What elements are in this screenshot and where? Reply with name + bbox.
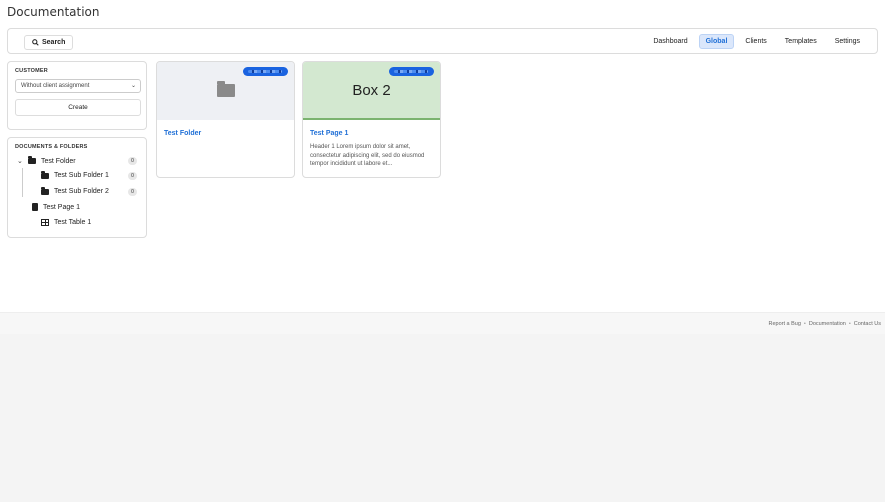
- folder-icon: [41, 170, 49, 179]
- table-icon: [41, 219, 49, 226]
- document-icon: [32, 203, 38, 211]
- footer-link-contact-us[interactable]: Contact Us: [854, 321, 881, 327]
- page-title: Documentation: [7, 5, 100, 19]
- customer-select-value: Without client assignment: [21, 83, 90, 89]
- tree-item-test-page-1[interactable]: Test Page 1: [32, 203, 80, 211]
- card-title[interactable]: Test Page 1: [310, 130, 348, 137]
- card-test-page-1[interactable]: Box 2 Test Page 1 Header 1 Lorem ipsum d…: [302, 61, 441, 178]
- footer-link-report-bug[interactable]: Report a Bug: [768, 321, 800, 327]
- search-button[interactable]: Search: [24, 35, 74, 50]
- customer-select[interactable]: Without client assignment ⌄: [15, 79, 141, 93]
- footer-link-documentation[interactable]: Documentation: [809, 321, 846, 327]
- card-thumbnail: [157, 62, 294, 120]
- tree-item-label: Test Table 1: [54, 219, 92, 226]
- nav-dashboard[interactable]: Dashboard: [646, 34, 694, 49]
- footer: Report a Bug • Documentation • Contact U…: [0, 312, 885, 334]
- folder-icon: [28, 156, 36, 164]
- tree-item-label: Test Sub Folder 1: [54, 172, 109, 179]
- footer-separator: •: [803, 321, 806, 327]
- chevron-down-icon: ⌄: [130, 83, 136, 89]
- tree-item-test-sub-folder-1[interactable]: Test Sub Folder 1 0: [41, 170, 137, 180]
- card-description: Header 1 Lorem ipsum dolor sit amet, con…: [310, 144, 425, 167]
- status-badge: [389, 67, 434, 76]
- customer-panel: CUSTOMER Without client assignment ⌄ Cre…: [7, 61, 147, 130]
- tree-item-label: Test Page 1: [43, 203, 80, 211]
- top-nav: Dashboard Global Clients Templates Setti…: [646, 34, 867, 49]
- nav-templates[interactable]: Templates: [778, 34, 824, 49]
- card-title[interactable]: Test Folder: [164, 130, 201, 137]
- tree-item-test-folder[interactable]: ⌄ Test Folder 0: [17, 156, 137, 165]
- folder-icon: [41, 186, 49, 195]
- tree-guide-line: [22, 168, 23, 197]
- thumbnail-text: Box 2: [352, 82, 391, 99]
- count-badge: 0: [128, 171, 137, 180]
- search-button-label: Search: [42, 39, 66, 46]
- search-icon: [32, 39, 39, 46]
- create-button[interactable]: Create: [15, 99, 141, 116]
- chevron-down-icon[interactable]: ⌄: [17, 157, 23, 165]
- card-thumbnail: Box 2: [303, 62, 440, 120]
- tree-item-test-table-1[interactable]: Test Table 1: [41, 219, 91, 226]
- status-badge: [243, 67, 288, 76]
- footer-links: Report a Bug • Documentation • Contact U…: [768, 321, 881, 327]
- folder-icon: [217, 81, 235, 97]
- toolbar: Search Dashboard Global Clients Template…: [7, 28, 878, 54]
- documents-section-label: DOCUMENTS & FOLDERS: [15, 144, 88, 150]
- count-badge: 0: [128, 157, 137, 165]
- page-main: Documentation Search Dashboard Global Cl…: [0, 0, 885, 312]
- nav-settings[interactable]: Settings: [828, 34, 867, 49]
- documents-panel: DOCUMENTS & FOLDERS ⌄ Test Folder 0 Test…: [7, 137, 147, 238]
- nav-global[interactable]: Global: [698, 34, 735, 49]
- customer-section-label: CUSTOMER: [15, 68, 48, 74]
- count-badge: 0: [128, 187, 137, 196]
- tree-item-test-sub-folder-2[interactable]: Test Sub Folder 2 0: [41, 186, 137, 196]
- card-test-folder[interactable]: Test Folder: [156, 61, 295, 178]
- tree-item-label: Test Sub Folder 2: [54, 188, 109, 195]
- nav-clients[interactable]: Clients: [738, 34, 773, 49]
- tree-item-label: Test Folder: [41, 157, 76, 165]
- footer-separator: •: [848, 321, 851, 327]
